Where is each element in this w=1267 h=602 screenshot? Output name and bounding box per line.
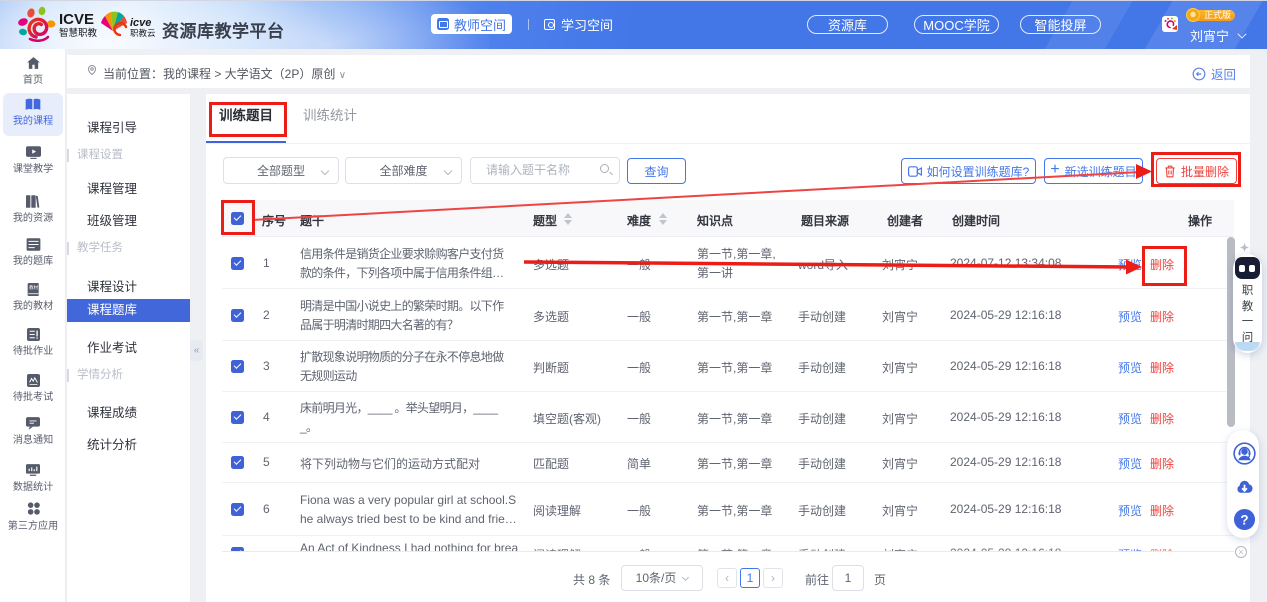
svg-text:职教云: 职教云 xyxy=(130,28,156,38)
svg-text:教材: 教材 xyxy=(28,284,38,291)
svg-text:?: ? xyxy=(1240,512,1248,527)
svg-text:智慧职教: 智慧职教 xyxy=(59,27,98,39)
svg-text:ICVE: ICVE xyxy=(59,11,94,28)
